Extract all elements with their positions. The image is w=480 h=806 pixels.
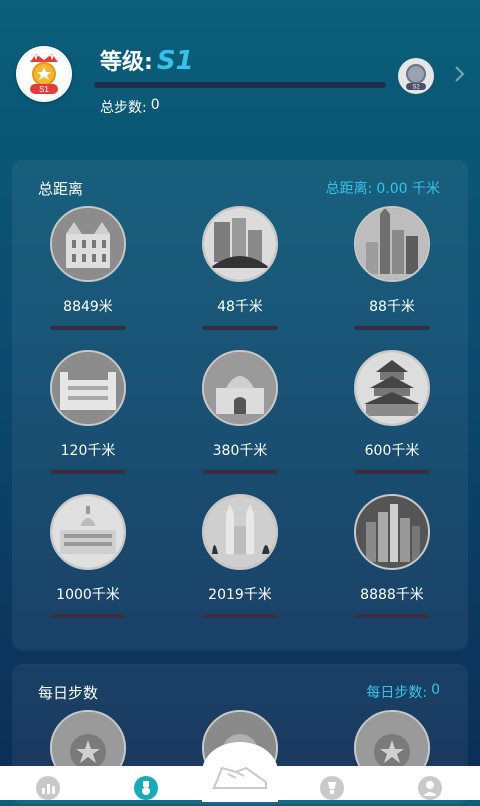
shoe-button[interactable] [202, 742, 278, 802]
daily-steps-summary-label: 每日步数: [366, 685, 428, 701]
medal-icon[interactable] [134, 776, 158, 800]
temple-icon [354, 350, 430, 426]
trophy-icon[interactable] [320, 776, 344, 800]
skyline-icon [354, 206, 430, 282]
distance-item-bar [202, 614, 278, 618]
dome-building-icon [202, 350, 278, 426]
distance-item-label: 120千米 [60, 443, 116, 459]
distance-summary-label: 总距离: [325, 181, 373, 197]
profile-icon[interactable] [418, 776, 442, 800]
level-label: 等级: [100, 50, 153, 75]
distance-item[interactable]: 120千米 [33, 350, 143, 474]
distance-item-bar [354, 326, 430, 330]
distance-item-label: 48千米 [217, 299, 263, 315]
distance-card: 总距离 总距离: 0.00 千米 8849米 48千米 88千米 120千米 3… [12, 160, 468, 650]
distance-item-label: 1000千米 [56, 587, 120, 603]
distance-item[interactable]: 2019千米 [185, 494, 295, 618]
distance-item[interactable]: 8849米 [33, 206, 143, 330]
level-header: S1 等级: S1 总步数: 0 S2 [0, 0, 480, 140]
distance-item-bar [50, 470, 126, 474]
distance-item-bar [50, 326, 126, 330]
daily-steps-summary-value: 0 [431, 682, 440, 698]
level-progress-bar [94, 82, 386, 88]
current-level-badge: S1 [16, 46, 72, 102]
distance-item-label: 8888千米 [360, 587, 424, 603]
total-steps: 总步数: 0 [100, 97, 160, 117]
distance-item[interactable]: 48千米 [185, 206, 295, 330]
night-city-icon [354, 494, 430, 570]
distance-item-label: 2019千米 [208, 587, 272, 603]
distance-item-bar [202, 326, 278, 330]
next-level-badge[interactable]: S2 [398, 58, 434, 94]
palace-icon [50, 206, 126, 282]
distance-summary-value: 0.00 千米 [376, 181, 440, 197]
distance-item[interactable]: 600千米 [337, 350, 447, 474]
church-icon [202, 494, 278, 570]
distance-item-label: 600千米 [364, 443, 420, 459]
daily-steps-title: 每日步数 [38, 684, 99, 702]
distance-item-label: 380千米 [212, 443, 268, 459]
distance-item-bar [354, 614, 430, 618]
castle-icon [50, 350, 126, 426]
city-towers-icon [202, 206, 278, 282]
total-steps-label: 总步数: [100, 100, 147, 116]
current-badge-text: S1 [39, 85, 49, 94]
distance-item-label: 8849米 [63, 299, 113, 315]
distance-item[interactable]: 1000千米 [33, 494, 143, 618]
next-medal-icon: S2 [399, 59, 433, 93]
total-steps-value: 0 [150, 97, 160, 113]
capitol-icon [50, 494, 126, 570]
daily-steps-summary: 每日步数: 0 [366, 682, 440, 702]
level-value: S1 [156, 46, 194, 76]
stats-icon[interactable] [36, 776, 60, 800]
distance-item-bar [202, 470, 278, 474]
distance-item[interactable]: 88千米 [337, 206, 447, 330]
distance-item-label: 88千米 [369, 299, 415, 315]
distance-item[interactable]: 380千米 [185, 350, 295, 474]
distance-summary: 总距离: 0.00 千米 [326, 178, 440, 198]
next-badge-text: S2 [412, 85, 420, 91]
medal-badge-icon: S1 [17, 47, 71, 101]
chevron-right-icon[interactable] [450, 64, 470, 84]
distance-title: 总距离 [38, 180, 84, 198]
distance-item-bar [50, 614, 126, 618]
shoe-icon [212, 766, 267, 789]
distance-item[interactable]: 8888千米 [337, 494, 447, 618]
distance-item-bar [354, 470, 430, 474]
